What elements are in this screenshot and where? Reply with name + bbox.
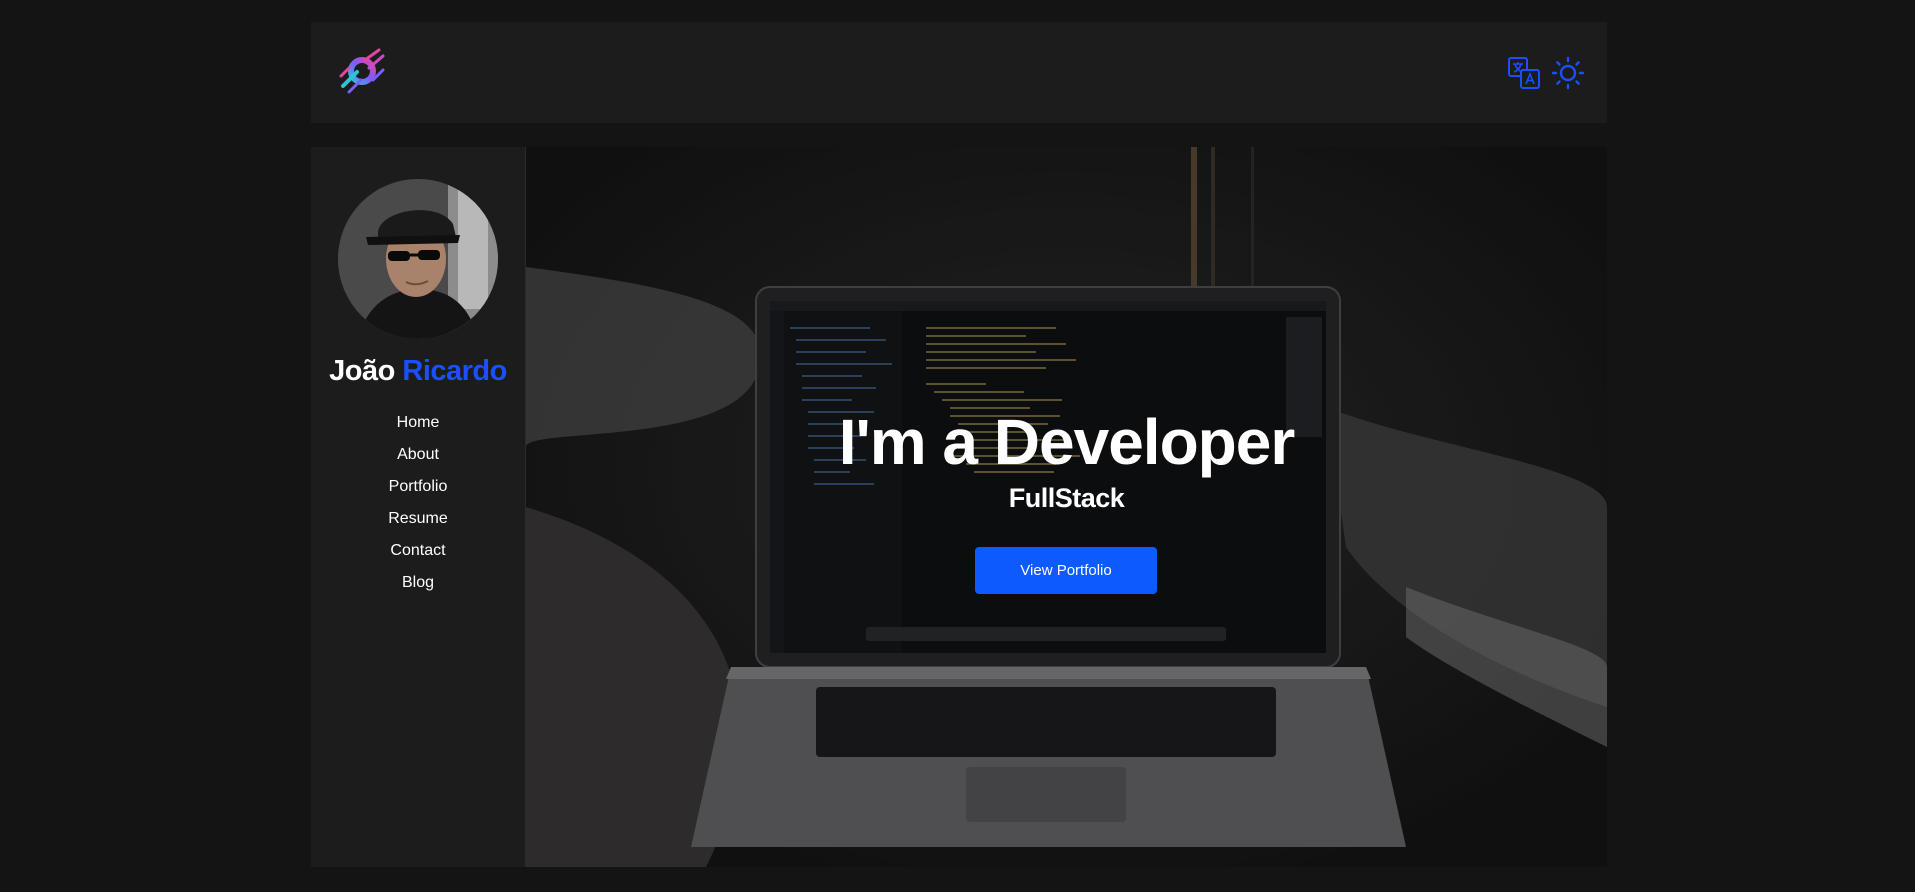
nav-item-about[interactable]: About xyxy=(311,439,525,471)
sidebar: João Ricardo Home About Portfolio Resume… xyxy=(311,147,526,867)
nav-item-contact[interactable]: Contact xyxy=(311,535,525,567)
nav-item-home[interactable]: Home xyxy=(311,407,525,439)
top-bar xyxy=(311,22,1607,123)
translate-icon[interactable] xyxy=(1507,56,1541,90)
profile-name: João Ricardo xyxy=(311,355,525,388)
hero-title: I'm a Developer xyxy=(838,406,1296,478)
logo-icon[interactable] xyxy=(337,46,387,96)
profile-first-name: João xyxy=(329,355,395,387)
view-portfolio-button[interactable]: View Portfolio xyxy=(975,547,1157,594)
profile-photo-icon xyxy=(338,179,498,339)
profile-last-name: Ricardo xyxy=(402,355,507,387)
sidebar-nav: Home About Portfolio Resume Contact Blog xyxy=(311,407,525,599)
hero-section: I'm a Developer FullStack View Portfolio xyxy=(526,147,1607,867)
nav-item-blog[interactable]: Blog xyxy=(311,567,525,599)
sun-icon[interactable] xyxy=(1551,56,1585,90)
page-frame: João Ricardo Home About Portfolio Resume… xyxy=(311,22,1607,867)
avatar xyxy=(338,179,498,339)
nav-item-portfolio[interactable]: Portfolio xyxy=(311,471,525,503)
nav-item-resume[interactable]: Resume xyxy=(311,503,525,535)
hero-subtitle: FullStack xyxy=(1008,483,1125,513)
